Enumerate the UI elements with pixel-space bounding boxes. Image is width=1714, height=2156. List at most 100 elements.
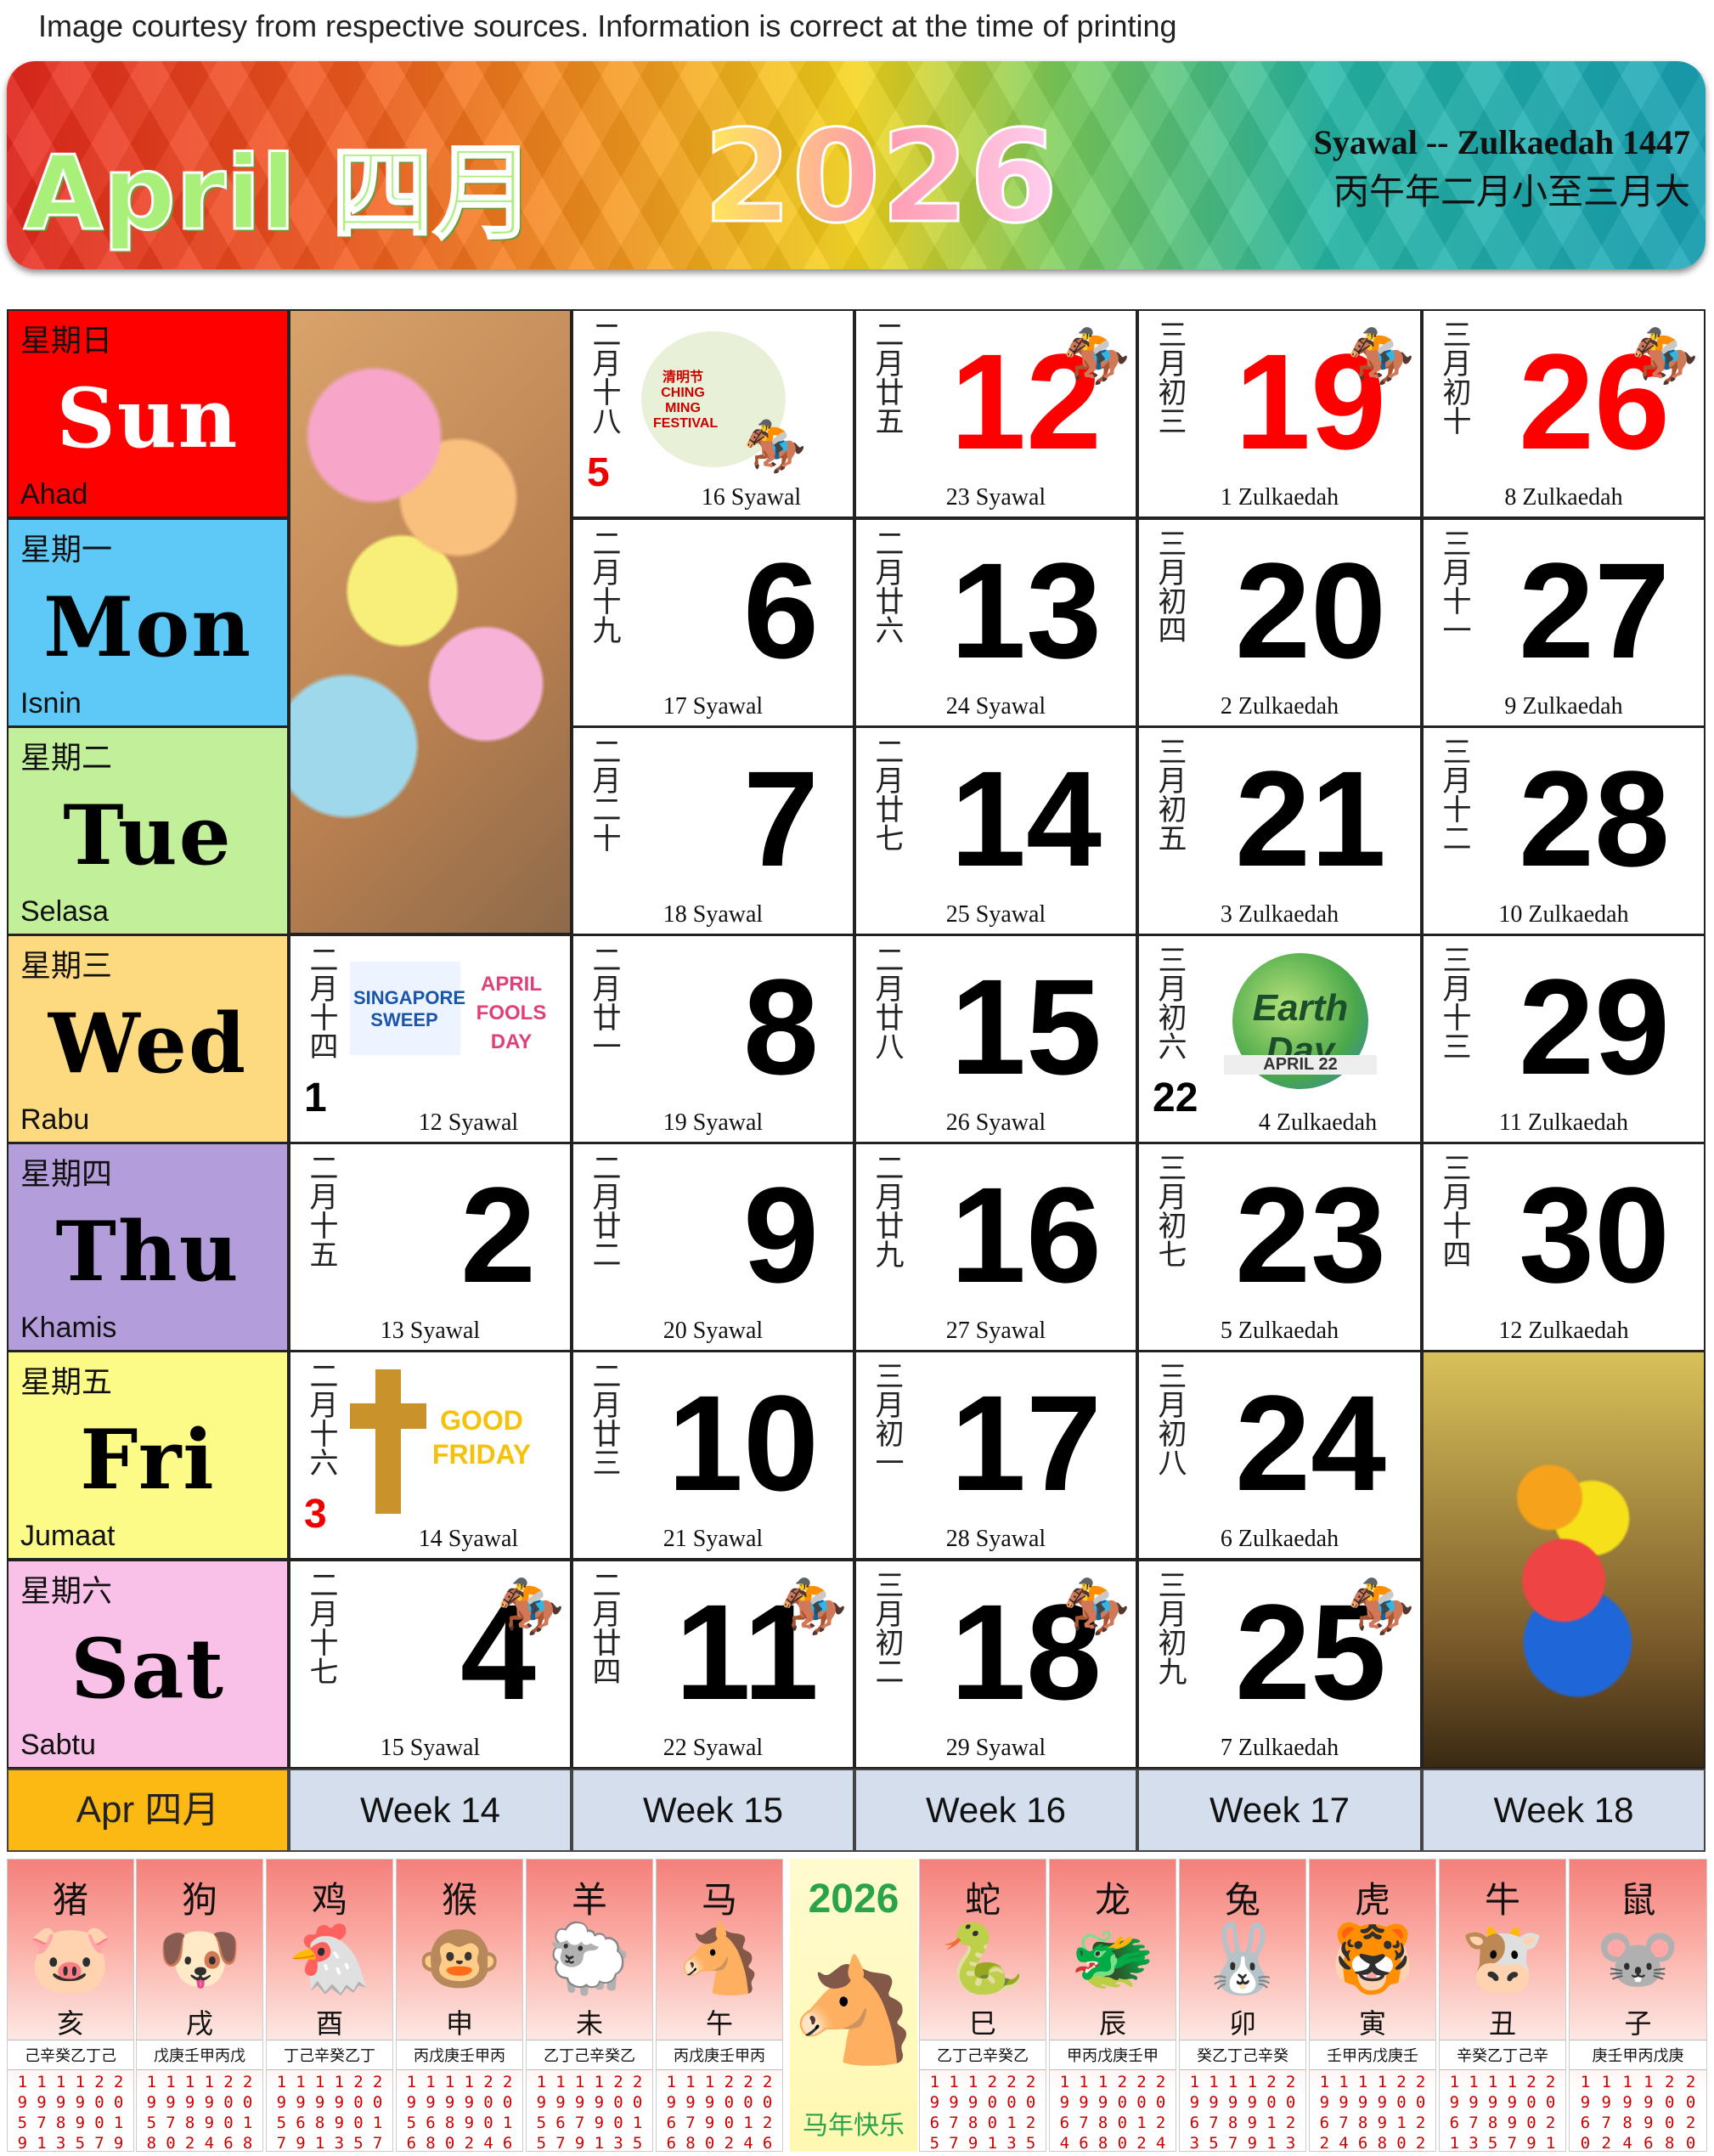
lunar-date: 三月十二 [1437,737,1471,852]
zodiac-year: 1961 [1449,2073,1460,2153]
date-cell-25[interactable]: 三月初九 25 7 Zulkaedah 🏇 [1137,1560,1422,1769]
zodiac-year: 1999 [1247,2073,1258,2153]
day-number: 5 [587,450,610,495]
zodiac-years: 1958 1970 1982 1994 2006 2018 [142,2072,257,2153]
day-header-malay: Sabtu [20,1729,96,1761]
islamic-date: 26 Syawal [945,1109,1046,1136]
day-number: 2 [460,1159,536,1311]
zodiac-year: 2026 [762,2073,773,2153]
day-header-chinese: 星期日 [20,324,113,358]
date-cell-3[interactable]: 二月十六 3 14 Syawal GOOD FRIDAY [289,1351,572,1560]
zodiac-name: 猴 [441,1880,477,1920]
date-cell-28[interactable]: 三月十二 28 10 Zulkaedah [1422,726,1706,935]
zodiac-stems: 乙丁己辛癸乙 [920,2040,1046,2070]
day-number: 20 [1235,534,1386,686]
zodiac-year: 2002 [724,2073,735,2153]
islamic-date: 10 Zulkaedah [1498,901,1629,928]
zodiac-year: 1996 [1644,2073,1654,2153]
date-cell-8[interactable]: 二月廿一 8 19 Syawal [572,934,854,1143]
day-header-malay: Jumaat [20,1520,116,1552]
zodiac-panel: 鼠 🐭 子 庚壬甲丙戊庚 1960 1972 1984 1996 2008 2020 [1569,1859,1707,2153]
date-cell-6[interactable]: 二月十九 6 17 Syawal [572,518,854,727]
zodiac-animal-icon: 🐲 [1070,1921,1155,1996]
lunar-date: 三月初十 [1437,319,1471,435]
horse-racing-icon: 🏇 [1347,325,1415,387]
date-cell-5[interactable]: 二月十八 5 16 Syawal 清明节 CHING MING FESTIVAL 🏇 [572,309,854,518]
day-header-malay: Selasa [20,895,109,928]
date-cell-12[interactable]: 二月廿五 12 23 Syawal 🏇 [854,309,1137,518]
zodiac-branch: 午 [705,2008,733,2039]
zodiac-animal-icon: 🐴 [677,1921,762,1996]
lunar-date: 三月初八 [1153,1361,1187,1476]
date-cell-9[interactable]: 二月廿二 9 20 Syawal [572,1143,854,1352]
zodiac-name: 虎 [1354,1880,1390,1920]
zodiac-branch: 子 [1624,2008,1652,2039]
zodiac-year: 2001 [987,2073,998,2153]
date-cell-29[interactable]: 三月十三 29 11 Zulkaedah [1422,934,1706,1143]
zodiac-animal-icon: 🐭 [1595,1921,1681,1996]
islamic-date: 12 Syawal [418,1109,519,1136]
date-cell-22[interactable]: 三月初六 22 4 Zulkaedah Earth Day APRIL 22 [1137,934,1422,1143]
zodiac-years: 1956 1968 1980 1992 2004 2016 [402,2072,517,2153]
date-cell-14[interactable]: 二月廿七 14 25 Syawal [854,726,1137,935]
lunar-date: 三月初五 [1153,737,1187,852]
zodiac-year: 1960 [1580,2073,1591,2153]
date-cell-15[interactable]: 二月廿八 15 26 Syawal [854,934,1137,1143]
zodiac-year: 2008 [1665,2073,1675,2153]
zodiac-animal-icon: 🐑 [547,1921,632,1996]
date-cell-26[interactable]: 三月初十 26 8 Zulkaedah 🏇 [1422,309,1706,518]
date-cell-18[interactable]: 三月初二 18 29 Syawal 🏇 [854,1560,1137,1769]
footer-month-label: Apr 四月 [7,1769,289,1852]
cross-icon [375,1369,401,1514]
date-cell-16[interactable]: 二月廿九 16 27 Syawal [854,1143,1137,1352]
zodiac-year: 1966 [666,2073,677,2153]
date-cell-23[interactable]: 三月初七 23 5 Zulkaedah [1137,1143,1422,1352]
day-header-malay: Isnin [20,687,82,720]
day-header-english: Tue [63,787,233,883]
zodiac-year: 2010 [1396,2073,1407,2153]
lunar-date: 二月二十 [587,737,621,852]
zodiac-year: 1981 [314,2073,325,2153]
zodiac-year: 2005 [353,2073,364,2153]
zodiac-year: 1967 [555,2073,566,2153]
lunar-date: 三月十四 [1437,1153,1471,1268]
date-cell-2[interactable]: 二月十五 2 13 Syawal [289,1143,572,1352]
day-number: 9 [743,1159,819,1311]
day-header-malay: Rabu [20,1103,90,1136]
horse-racing-icon: 🏇 [497,1576,565,1637]
zodiac-year: 1978 [685,2073,696,2153]
zodiac-year: 1956 [406,2073,417,2153]
zodiac-stems: 甲丙戊庚壬甲 [1050,2040,1176,2070]
date-cell-21[interactable]: 三月初五 21 3 Zulkaedah [1137,726,1422,935]
date-cell-27[interactable]: 三月十一 27 9 Zulkaedah [1422,518,1706,727]
date-cell-20[interactable]: 三月初四 20 2 Zulkaedah [1137,518,1422,727]
zodiac-year: 2018 [242,2073,253,2153]
date-cell-24[interactable]: 三月初八 24 6 Zulkaedah [1137,1351,1422,1560]
lunar-date: 二月廿五 [870,319,904,435]
zodiac-year: 1989 [967,2073,978,2153]
date-cell-19[interactable]: 三月初三 19 1 Zulkaedah 🏇 [1137,309,1422,518]
date-cell-13[interactable]: 二月廿六 13 24 Syawal [854,518,1137,727]
zodiac-year: 1962 [1319,2073,1330,2153]
day-header-sat: 星期六 Sat Sabtu [7,1560,289,1769]
date-cell-17[interactable]: 三月初一 17 28 Syawal [854,1351,1137,1560]
date-cell-1[interactable]: 二月十四 1 12 Syawal SINGAPORE SWEEP APRIL FOO… [289,934,572,1143]
date-cell-7[interactable]: 二月二十 7 18 Syawal [572,726,854,935]
horse-icon: 🐴 [790,1954,917,2068]
zodiac-year: 2021 [1545,2073,1556,2153]
islamic-date: 5 Zulkaedah [1220,1318,1339,1344]
day-number: 14 [950,742,1102,895]
date-cell-4[interactable]: 二月十七 4 15 Syawal 🏇 [289,1560,572,1769]
islamic-date: 22 Syawal [662,1735,764,1761]
date-cell-10[interactable]: 二月廿三 10 21 Syawal [572,1351,854,1560]
date-cell-30[interactable]: 三月十四 30 12 Zulkaedah [1422,1143,1706,1352]
day-number: 7 [743,742,819,895]
day-number: 30 [1519,1159,1670,1311]
date-cell-11[interactable]: 二月廿四 11 22 Syawal 🏇 [572,1560,854,1769]
zodiac-year: 1974 [1339,2073,1349,2153]
zodiac-year: 2007 [94,2073,104,2153]
zodiac-year: 1959 [17,2073,28,2153]
zodiac-panel: 牛 🐮 丑 辛癸乙丁己辛 1961 1973 1985 1997 2009 2021 [1439,1859,1566,2153]
zodiac-year: 1995 [75,2073,86,2153]
day-header-tue: 星期二 Tue Selasa [7,726,289,935]
